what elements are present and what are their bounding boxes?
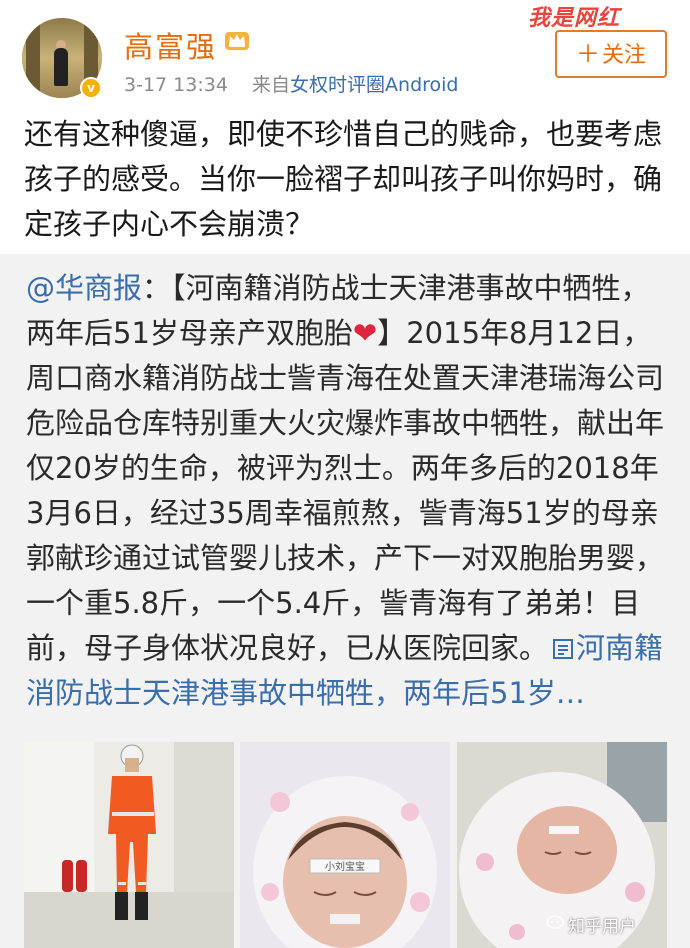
follow-button[interactable]: ＋关注: [555, 30, 667, 78]
newborn-photo-1[interactable]: 小刘宝宝: [240, 742, 450, 948]
verified-v-icon: v: [80, 77, 102, 99]
mention-link[interactable]: @华商报: [26, 271, 142, 305]
top-watermark: 我是网红: [528, 6, 621, 31]
article-icon: [553, 639, 574, 659]
follow-label: 关注: [601, 43, 646, 68]
zhihu-watermark-icon: [546, 915, 564, 929]
crown-vip-icon: [225, 32, 249, 50]
timestamp: 3-17 13:34: [124, 74, 228, 96]
retweet-text: @华商报：【河南籍消防战士天津港事故中牺牲，两年后51岁母亲产双胞胎❤】2015…: [26, 266, 674, 716]
source-link[interactable]: 女权时评圈Android: [290, 74, 458, 96]
post-text: 还有这种傻逼，即使不珍惜自己的贱命，也要考虑孩子的感受。当你一脸褶子却叫孩子叫你…: [24, 117, 663, 241]
mention-colon: ：: [142, 271, 172, 305]
forehead-label: 小刘宝宝: [325, 860, 365, 873]
firefighter-illustration: [24, 742, 234, 948]
bottom-watermark: 知乎用户: [568, 917, 636, 937]
plus-icon: ＋: [575, 40, 600, 68]
retweet-body-part2: 】2015年8月12日，周口商水籍消防战士訾青海在处置天津港瑞海公司危险品仓库特…: [26, 316, 665, 665]
firefighter-photo[interactable]: [24, 742, 234, 948]
newborn-1-illustration: 小刘宝宝: [240, 742, 450, 948]
heart-icon: ❤: [352, 316, 378, 350]
source-prefix: 来自: [252, 74, 291, 96]
username[interactable]: 高富强: [124, 24, 217, 66]
post-header: v 高富强 3-17 13:34 来自女权时评圈Android 我是网红 ＋关注: [0, 0, 690, 110]
post-meta: 3-17 13:34 来自女权时评圈Android: [124, 70, 459, 97]
